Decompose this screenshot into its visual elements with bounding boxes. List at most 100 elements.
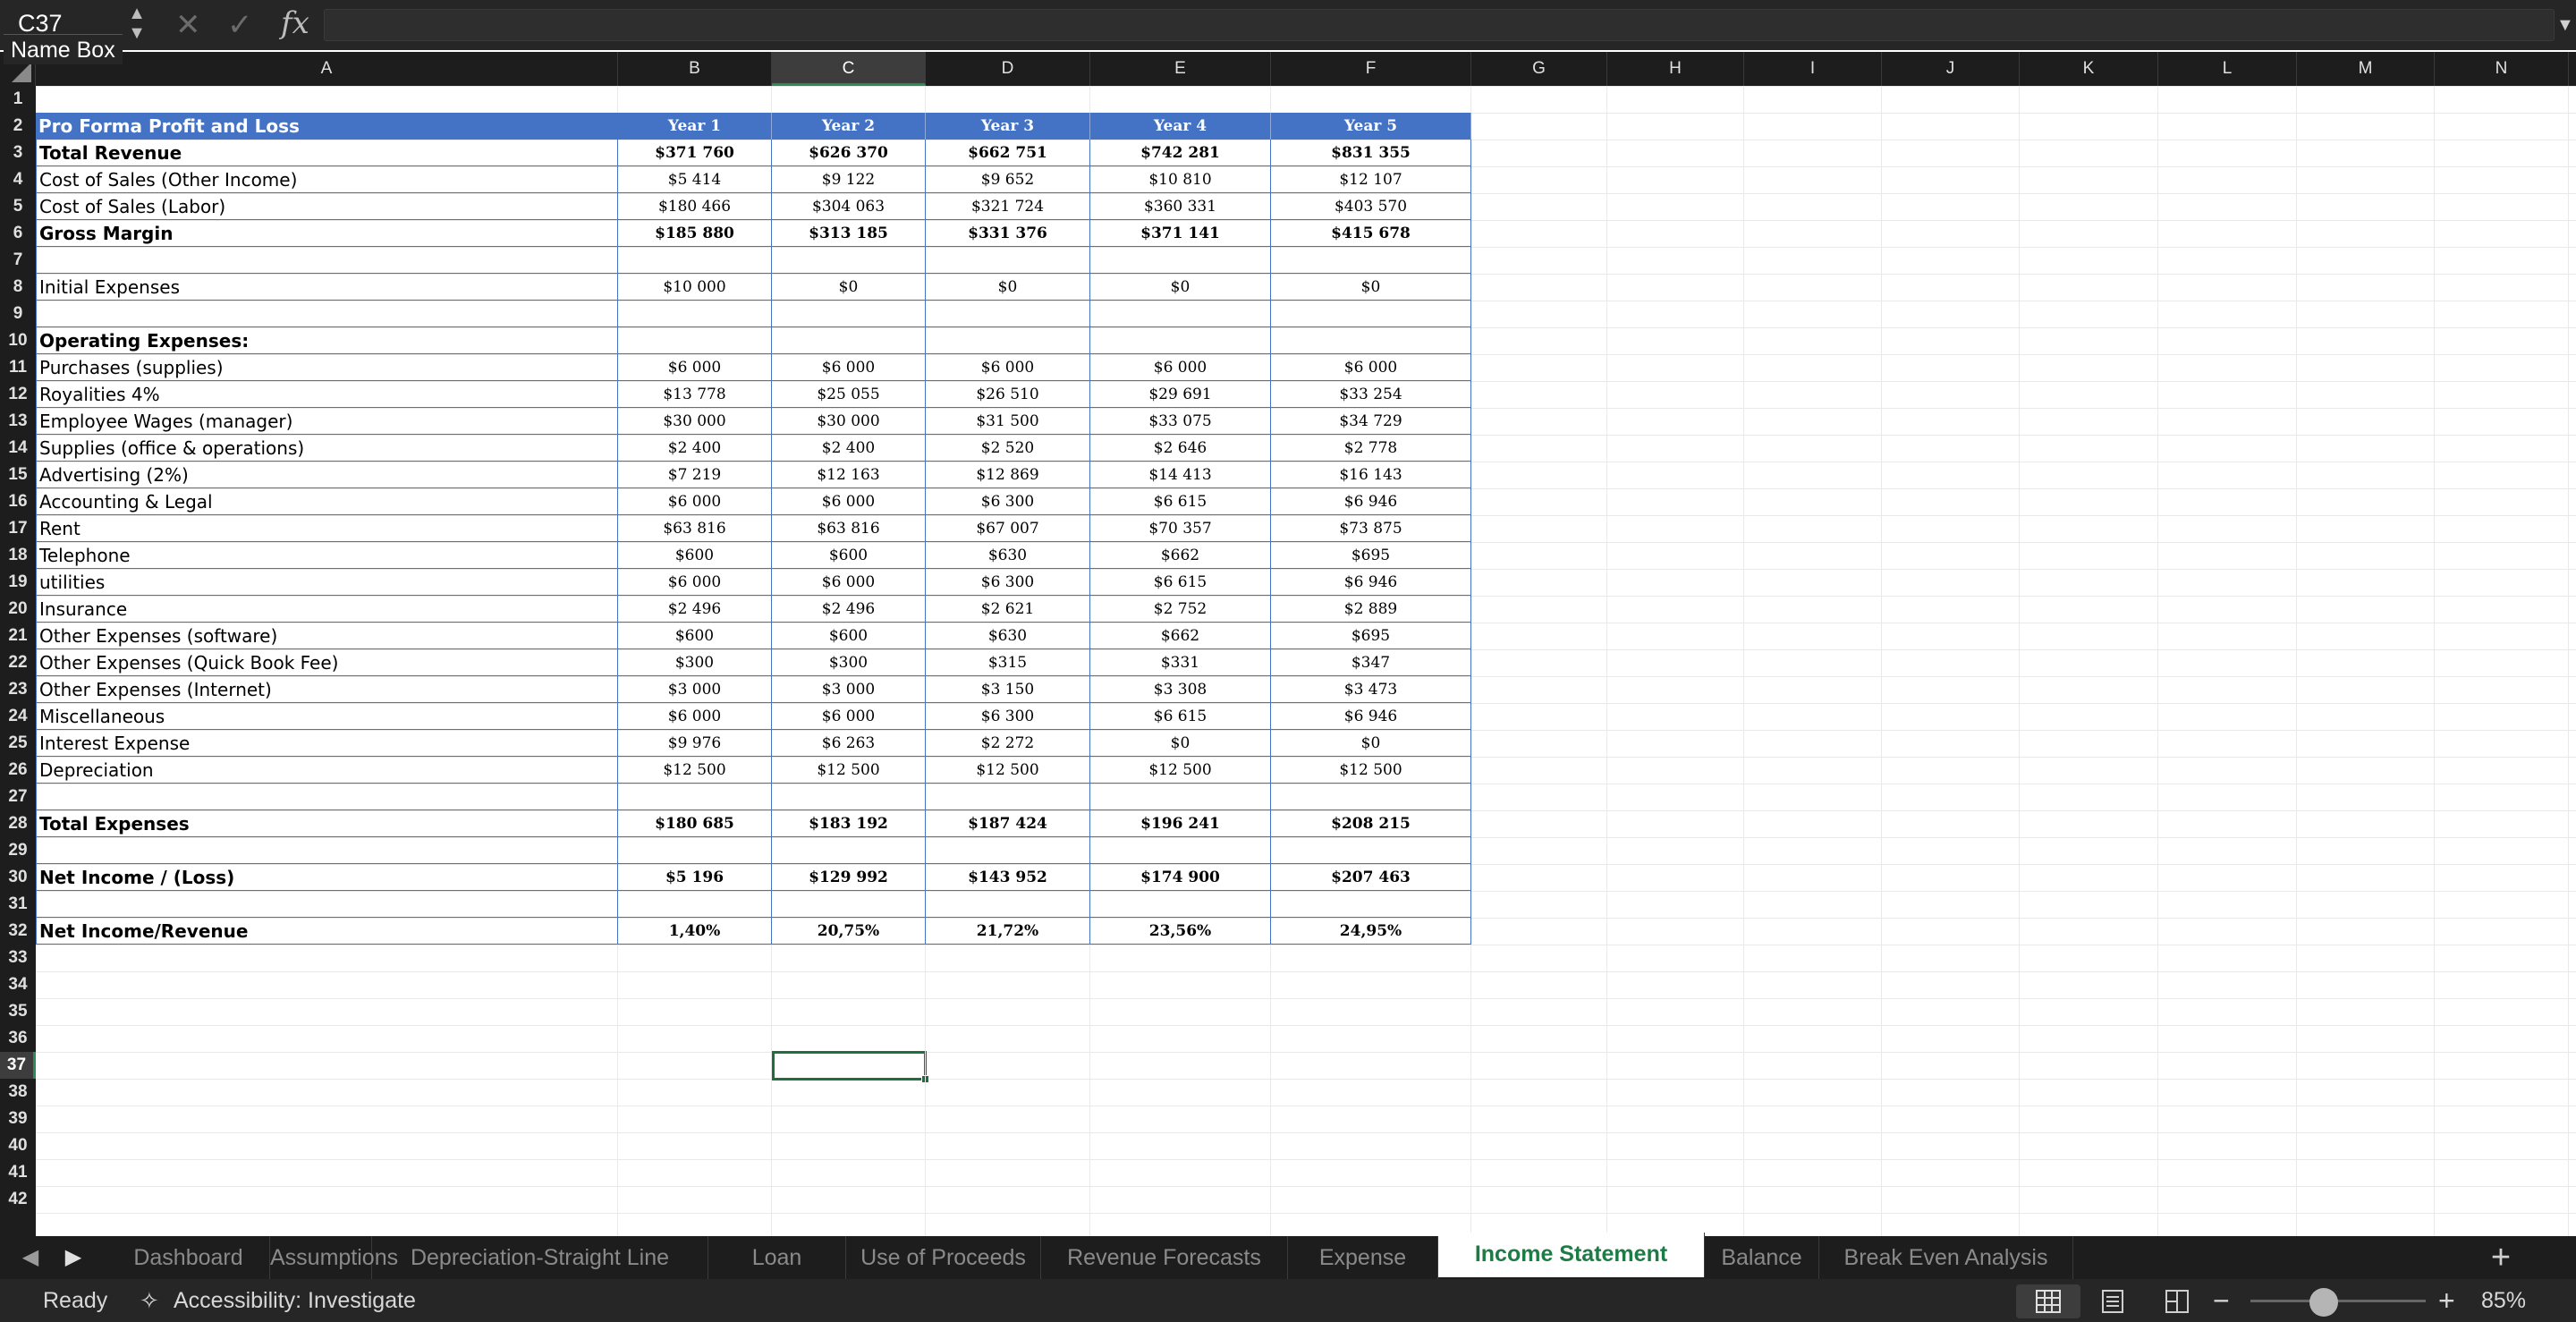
- row-header-8[interactable]: 8: [0, 274, 36, 301]
- insert-function-button[interactable]: fx: [281, 5, 309, 41]
- value-cell[interactable]: 24,95%: [1271, 918, 1471, 945]
- value-cell[interactable]: $831 355: [1271, 140, 1471, 166]
- value-cell[interactable]: $12 500: [618, 757, 772, 784]
- row-label[interactable]: Rent: [36, 515, 618, 542]
- row-header-3[interactable]: 3: [0, 140, 36, 166]
- value-cell[interactable]: 20,75%: [772, 918, 926, 945]
- sheet-tab-assumptions[interactable]: Assumptions: [270, 1236, 398, 1279]
- row-header-26[interactable]: 26: [0, 757, 36, 784]
- value-cell[interactable]: $3 473: [1271, 676, 1471, 703]
- row-header-17[interactable]: 17: [0, 515, 36, 542]
- value-cell[interactable]: $742 281: [1090, 140, 1271, 166]
- value-cell[interactable]: [926, 247, 1090, 274]
- value-cell[interactable]: $5 196: [618, 864, 772, 891]
- value-cell[interactable]: $313 185: [772, 220, 926, 247]
- row-header-5[interactable]: 5: [0, 193, 36, 220]
- zoom-level[interactable]: 85%: [2481, 1279, 2526, 1322]
- value-cell[interactable]: $12 107: [1271, 166, 1471, 193]
- value-cell[interactable]: $695: [1271, 542, 1471, 569]
- value-cell[interactable]: $0: [926, 274, 1090, 301]
- value-cell[interactable]: $12 500: [926, 757, 1090, 784]
- column-header-e[interactable]: E: [1090, 52, 1271, 86]
- value-cell[interactable]: $187 424: [926, 810, 1090, 837]
- column-header-k[interactable]: K: [2020, 52, 2158, 86]
- value-cell[interactable]: $29 691: [1090, 381, 1271, 408]
- value-cell[interactable]: $6 300: [926, 569, 1090, 596]
- value-cell[interactable]: $3 150: [926, 676, 1090, 703]
- value-cell[interactable]: 1,40%: [618, 918, 772, 945]
- tab-scroll-left-icon[interactable]: ◀: [13, 1236, 48, 1279]
- value-cell[interactable]: $6 263: [772, 730, 926, 757]
- row-label[interactable]: Initial Expenses: [36, 274, 618, 301]
- row-header-23[interactable]: 23: [0, 676, 36, 703]
- column-header-c[interactable]: C: [772, 52, 926, 86]
- value-cell[interactable]: $6 946: [1271, 569, 1471, 596]
- value-cell[interactable]: $25 055: [772, 381, 926, 408]
- value-cell[interactable]: [1090, 837, 1271, 864]
- value-cell[interactable]: $6 000: [772, 488, 926, 515]
- row-label[interactable]: [36, 301, 618, 327]
- value-cell[interactable]: $208 215: [1271, 810, 1471, 837]
- value-cell[interactable]: $371 141: [1090, 220, 1271, 247]
- row-header-31[interactable]: 31: [0, 891, 36, 918]
- row-header-19[interactable]: 19: [0, 569, 36, 596]
- value-cell[interactable]: $2 778: [1271, 435, 1471, 462]
- value-cell[interactable]: $9 122: [772, 166, 926, 193]
- value-cell[interactable]: $30 000: [618, 408, 772, 435]
- value-cell[interactable]: $6 000: [772, 703, 926, 730]
- sheet-tab-loan-schedule[interactable]: Loan Schedule: [708, 1236, 846, 1313]
- value-cell[interactable]: $360 331: [1090, 193, 1271, 220]
- value-cell[interactable]: $5 414: [618, 166, 772, 193]
- row-label[interactable]: Purchases (supplies): [36, 354, 618, 381]
- value-cell[interactable]: $0: [772, 274, 926, 301]
- sheet-tab-expense-sheet[interactable]: Expense Sheet: [1288, 1236, 1438, 1313]
- value-cell[interactable]: $12 163: [772, 462, 926, 488]
- sheet-tab-balance-sheet[interactable]: Balance Sheet: [1705, 1236, 1819, 1313]
- value-cell[interactable]: $331: [1090, 649, 1271, 676]
- value-cell[interactable]: $196 241: [1090, 810, 1271, 837]
- value-cell[interactable]: [772, 837, 926, 864]
- value-cell[interactable]: $6 946: [1271, 703, 1471, 730]
- tab-scroll-right-icon[interactable]: ▶: [55, 1236, 91, 1279]
- formula-expand-icon[interactable]: ▼: [2556, 9, 2574, 41]
- value-cell[interactable]: $6 615: [1090, 569, 1271, 596]
- value-cell[interactable]: $630: [926, 542, 1090, 569]
- zoom-in-button[interactable]: +: [2438, 1279, 2455, 1322]
- zoom-slider-knob[interactable]: [2309, 1288, 2338, 1317]
- row-label[interactable]: Other Expenses (software): [36, 623, 618, 649]
- value-cell[interactable]: $600: [618, 542, 772, 569]
- value-cell[interactable]: $7 219: [618, 462, 772, 488]
- value-cell[interactable]: $3 308: [1090, 676, 1271, 703]
- value-cell[interactable]: $3 000: [772, 676, 926, 703]
- value-cell[interactable]: [772, 891, 926, 918]
- row-header-6[interactable]: 6: [0, 220, 36, 247]
- value-cell[interactable]: [926, 784, 1090, 810]
- year-header[interactable]: Year 4: [1090, 113, 1271, 140]
- add-sheet-button[interactable]: +: [2483, 1236, 2519, 1279]
- value-cell[interactable]: $0: [1271, 274, 1471, 301]
- value-cell[interactable]: $300: [618, 649, 772, 676]
- value-cell[interactable]: $63 816: [618, 515, 772, 542]
- row-header-29[interactable]: 29: [0, 837, 36, 864]
- row-header-15[interactable]: 15: [0, 462, 36, 488]
- row-header-38[interactable]: 38: [0, 1079, 36, 1106]
- value-cell[interactable]: [618, 301, 772, 327]
- row-label[interactable]: [36, 891, 618, 918]
- sheet-tab-break-even-analysis[interactable]: Break Even Analysis: [1819, 1236, 2073, 1279]
- row-label[interactable]: Cost of Sales (Labor): [36, 193, 618, 220]
- sheet-tab-income-statement[interactable]: Income Statement: [1438, 1233, 1705, 1277]
- value-cell[interactable]: [618, 891, 772, 918]
- row-label[interactable]: Depreciation: [36, 757, 618, 784]
- value-cell[interactable]: $662: [1090, 623, 1271, 649]
- zoom-out-button[interactable]: −: [2213, 1279, 2230, 1322]
- value-cell[interactable]: $331 376: [926, 220, 1090, 247]
- value-cell[interactable]: $3 000: [618, 676, 772, 703]
- column-header-j[interactable]: J: [1882, 52, 2020, 86]
- selected-cell[interactable]: [772, 1051, 929, 1083]
- value-cell[interactable]: $2 496: [772, 596, 926, 623]
- value-cell[interactable]: [1271, 327, 1471, 354]
- row-header-22[interactable]: 22: [0, 649, 36, 676]
- value-cell[interactable]: $304 063: [772, 193, 926, 220]
- row-label[interactable]: Telephone: [36, 542, 618, 569]
- row-label[interactable]: Employee Wages (manager): [36, 408, 618, 435]
